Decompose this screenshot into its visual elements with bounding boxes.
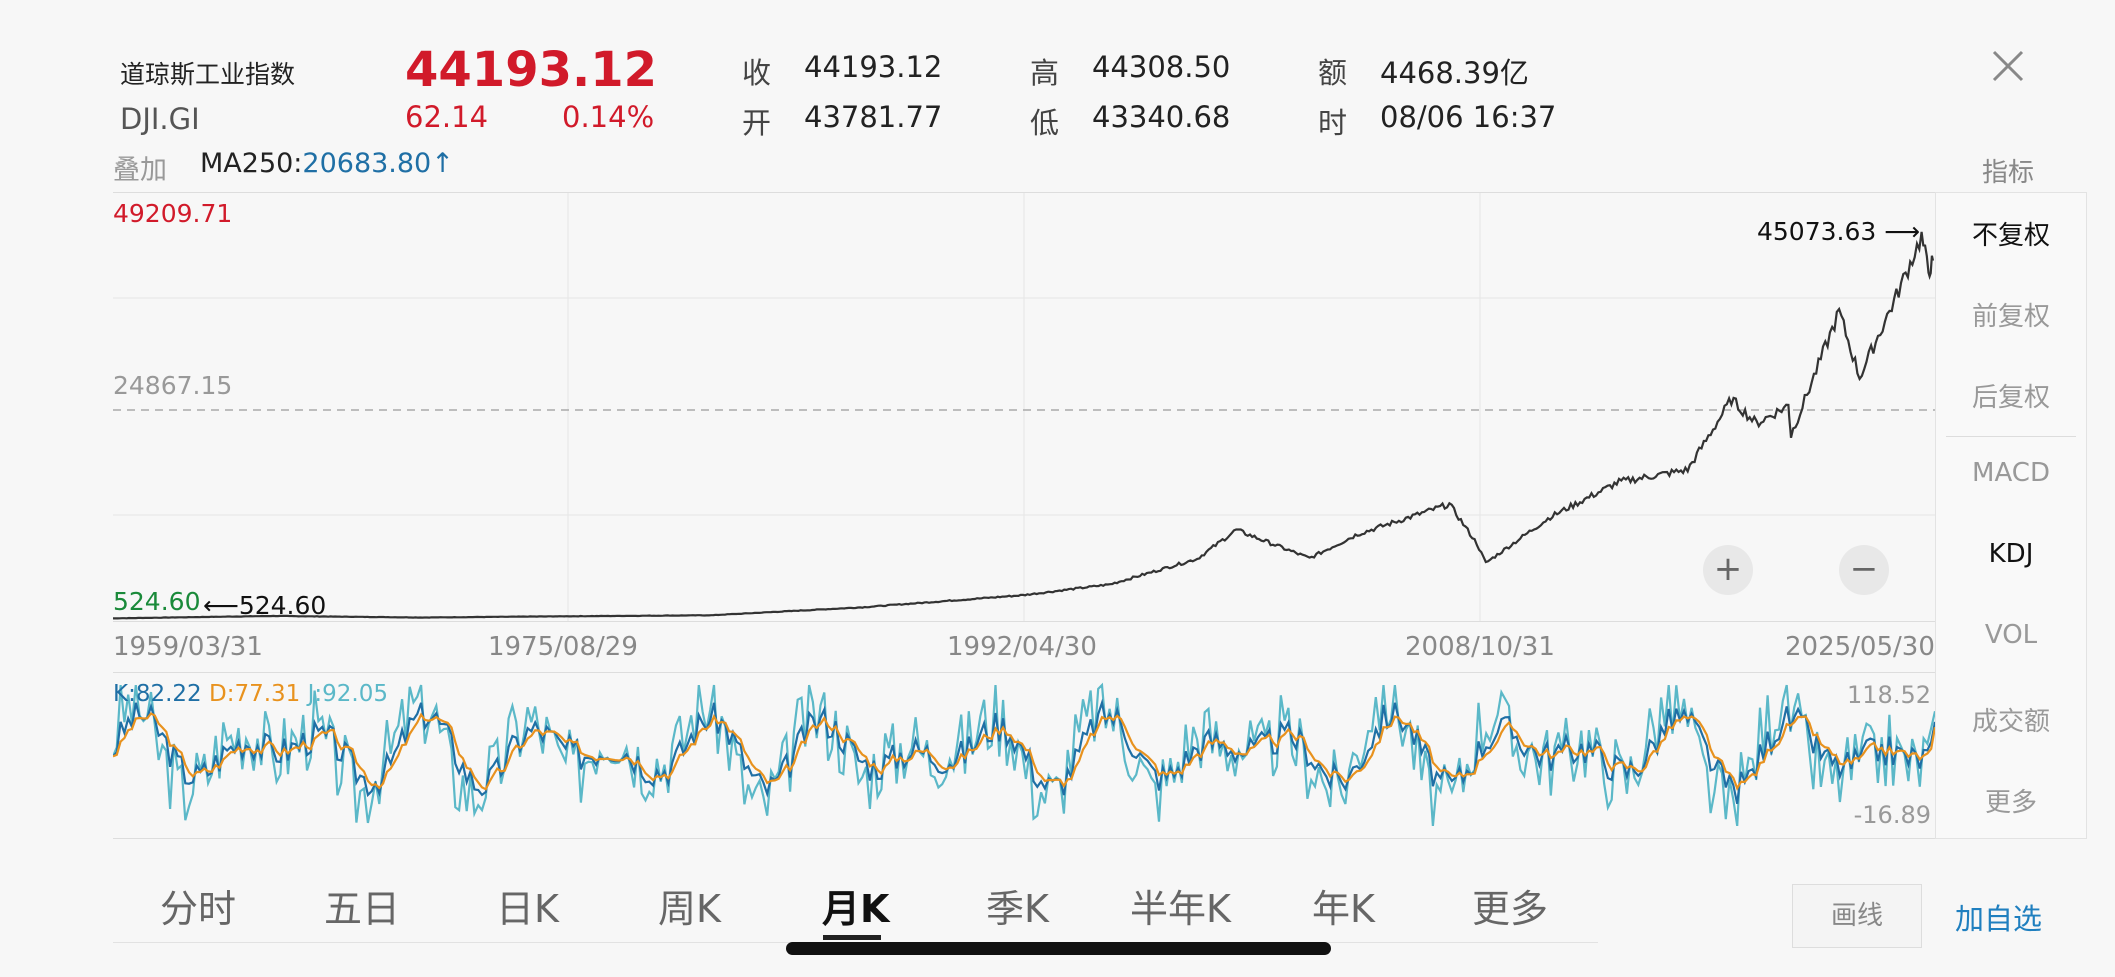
kdj-chart[interactable]: K:82.22 D:77.31 J:92.05 118.52 -16.89 bbox=[113, 672, 1935, 839]
side-item-more[interactable]: 更多 bbox=[1936, 782, 2086, 819]
quote-value-high: 44308.50 bbox=[1092, 50, 1231, 84]
side-item-backward-adjust[interactable]: 后复权 bbox=[1936, 377, 2086, 414]
quote-label-open: 开 bbox=[742, 106, 772, 140]
plus-icon: + bbox=[1713, 549, 1743, 589]
quote-label-time: 时 bbox=[1318, 106, 1348, 140]
indicator-title[interactable]: 指标 bbox=[1982, 152, 2034, 189]
side-item-no-adjust[interactable]: 不复权 bbox=[1936, 215, 2086, 252]
ma250-value: 20683.80↑ bbox=[302, 148, 454, 179]
main-chart[interactable]: 49209.71 24867.15 524.60 ⟵524.60 45073.6… bbox=[113, 192, 1935, 622]
ma250-indicator: MA250:20683.80↑ bbox=[200, 148, 454, 179]
tab-quarterly-k[interactable]: 季K bbox=[986, 878, 1049, 933]
last-price: 44193.12 bbox=[405, 42, 658, 98]
y-axis-max-label: 49209.71 bbox=[113, 199, 233, 228]
tab-more[interactable]: 更多 bbox=[1472, 878, 1548, 933]
y-axis-mid-label: 24867.15 bbox=[113, 371, 233, 400]
tab-yearly-k[interactable]: 年K bbox=[1312, 878, 1375, 933]
tab-intraday[interactable]: 分时 bbox=[160, 878, 236, 933]
add-to-watchlist-button[interactable]: 加自选 bbox=[1955, 896, 2042, 938]
x-axis-date-3: 1992/04/30 bbox=[947, 632, 1097, 662]
side-item-macd[interactable]: MACD bbox=[1936, 458, 2086, 488]
quote-value-time: 08/06 16:37 bbox=[1380, 100, 1557, 134]
quote-label-amount: 额 bbox=[1318, 56, 1348, 90]
draw-line-button[interactable]: 画线 bbox=[1792, 884, 1922, 948]
kdj-max-label: 118.52 bbox=[1847, 681, 1931, 709]
minus-icon: − bbox=[1849, 549, 1879, 589]
side-menu-divider bbox=[1946, 436, 2076, 437]
tab-daily-k[interactable]: 日K bbox=[496, 878, 559, 933]
price-chart-svg bbox=[113, 193, 1935, 621]
zoom-in-button[interactable]: + bbox=[1703, 545, 1753, 595]
quote-value-open: 43781.77 bbox=[804, 100, 943, 134]
quote-label-low: 低 bbox=[1030, 106, 1060, 140]
quote-value-close: 44193.12 bbox=[804, 50, 943, 84]
side-item-turnover[interactable]: 成交额 bbox=[1936, 701, 2086, 738]
high-annotation-value: 45073.63 bbox=[1757, 217, 1877, 246]
active-tab-indicator bbox=[823, 935, 881, 940]
kdj-j-value: J:92.05 bbox=[307, 681, 389, 707]
tab-monthly-k[interactable]: 月K bbox=[822, 878, 889, 933]
indicator-side-menu: 不复权 前复权 后复权 MACD KDJ VOL 成交额 更多 bbox=[1935, 192, 2087, 839]
tab-weekly-k[interactable]: 周K bbox=[658, 878, 721, 933]
tab-half-year-k[interactable]: 半年K bbox=[1130, 878, 1231, 933]
kdj-k-value: K:82.22 bbox=[113, 681, 202, 707]
price-change: 62.14 bbox=[405, 100, 489, 134]
low-arrow-icon: ⟵ bbox=[203, 591, 239, 620]
kdj-legend: K:82.22 D:77.31 J:92.05 bbox=[113, 681, 388, 707]
index-code: DJI.GI bbox=[120, 102, 200, 136]
side-item-forward-adjust[interactable]: 前复权 bbox=[1936, 296, 2086, 333]
low-annotation: ⟵524.60 bbox=[203, 591, 326, 620]
y-axis-min-label: 524.60 bbox=[113, 587, 201, 616]
side-item-vol[interactable]: VOL bbox=[1936, 620, 2086, 650]
quote-label-high: 高 bbox=[1030, 56, 1060, 90]
kdj-d-value: D:77.31 bbox=[209, 681, 301, 707]
zoom-out-button[interactable]: − bbox=[1839, 545, 1889, 595]
overlay-button[interactable]: 叠加 bbox=[113, 148, 167, 187]
quote-value-amount: 4468.39亿 bbox=[1380, 56, 1529, 90]
x-axis-date-5: 2025/05/30 bbox=[1785, 632, 1935, 662]
tab-five-day[interactable]: 五日 bbox=[324, 878, 400, 933]
price-change-percent: 0.14% bbox=[562, 100, 655, 134]
high-annotation: 45073.63 ⟶ bbox=[1757, 217, 1920, 246]
low-annotation-value: 524.60 bbox=[238, 591, 327, 620]
x-axis-date-4: 2008/10/31 bbox=[1405, 632, 1555, 662]
quote-label-close: 收 bbox=[742, 56, 772, 90]
index-name: 道琼斯工业指数 bbox=[120, 60, 296, 89]
home-indicator bbox=[786, 942, 1331, 955]
kdj-min-label: -16.89 bbox=[1853, 801, 1931, 829]
quote-value-low: 43340.68 bbox=[1092, 100, 1231, 134]
high-arrow-icon: ⟶ bbox=[1876, 217, 1921, 246]
close-icon[interactable] bbox=[1990, 48, 2026, 84]
x-axis-date-1: 1959/03/31 bbox=[113, 632, 263, 662]
side-item-kdj[interactable]: KDJ bbox=[1936, 539, 2086, 569]
x-axis-date-2: 1975/08/29 bbox=[488, 632, 638, 662]
ma250-label: MA250: bbox=[200, 148, 303, 179]
